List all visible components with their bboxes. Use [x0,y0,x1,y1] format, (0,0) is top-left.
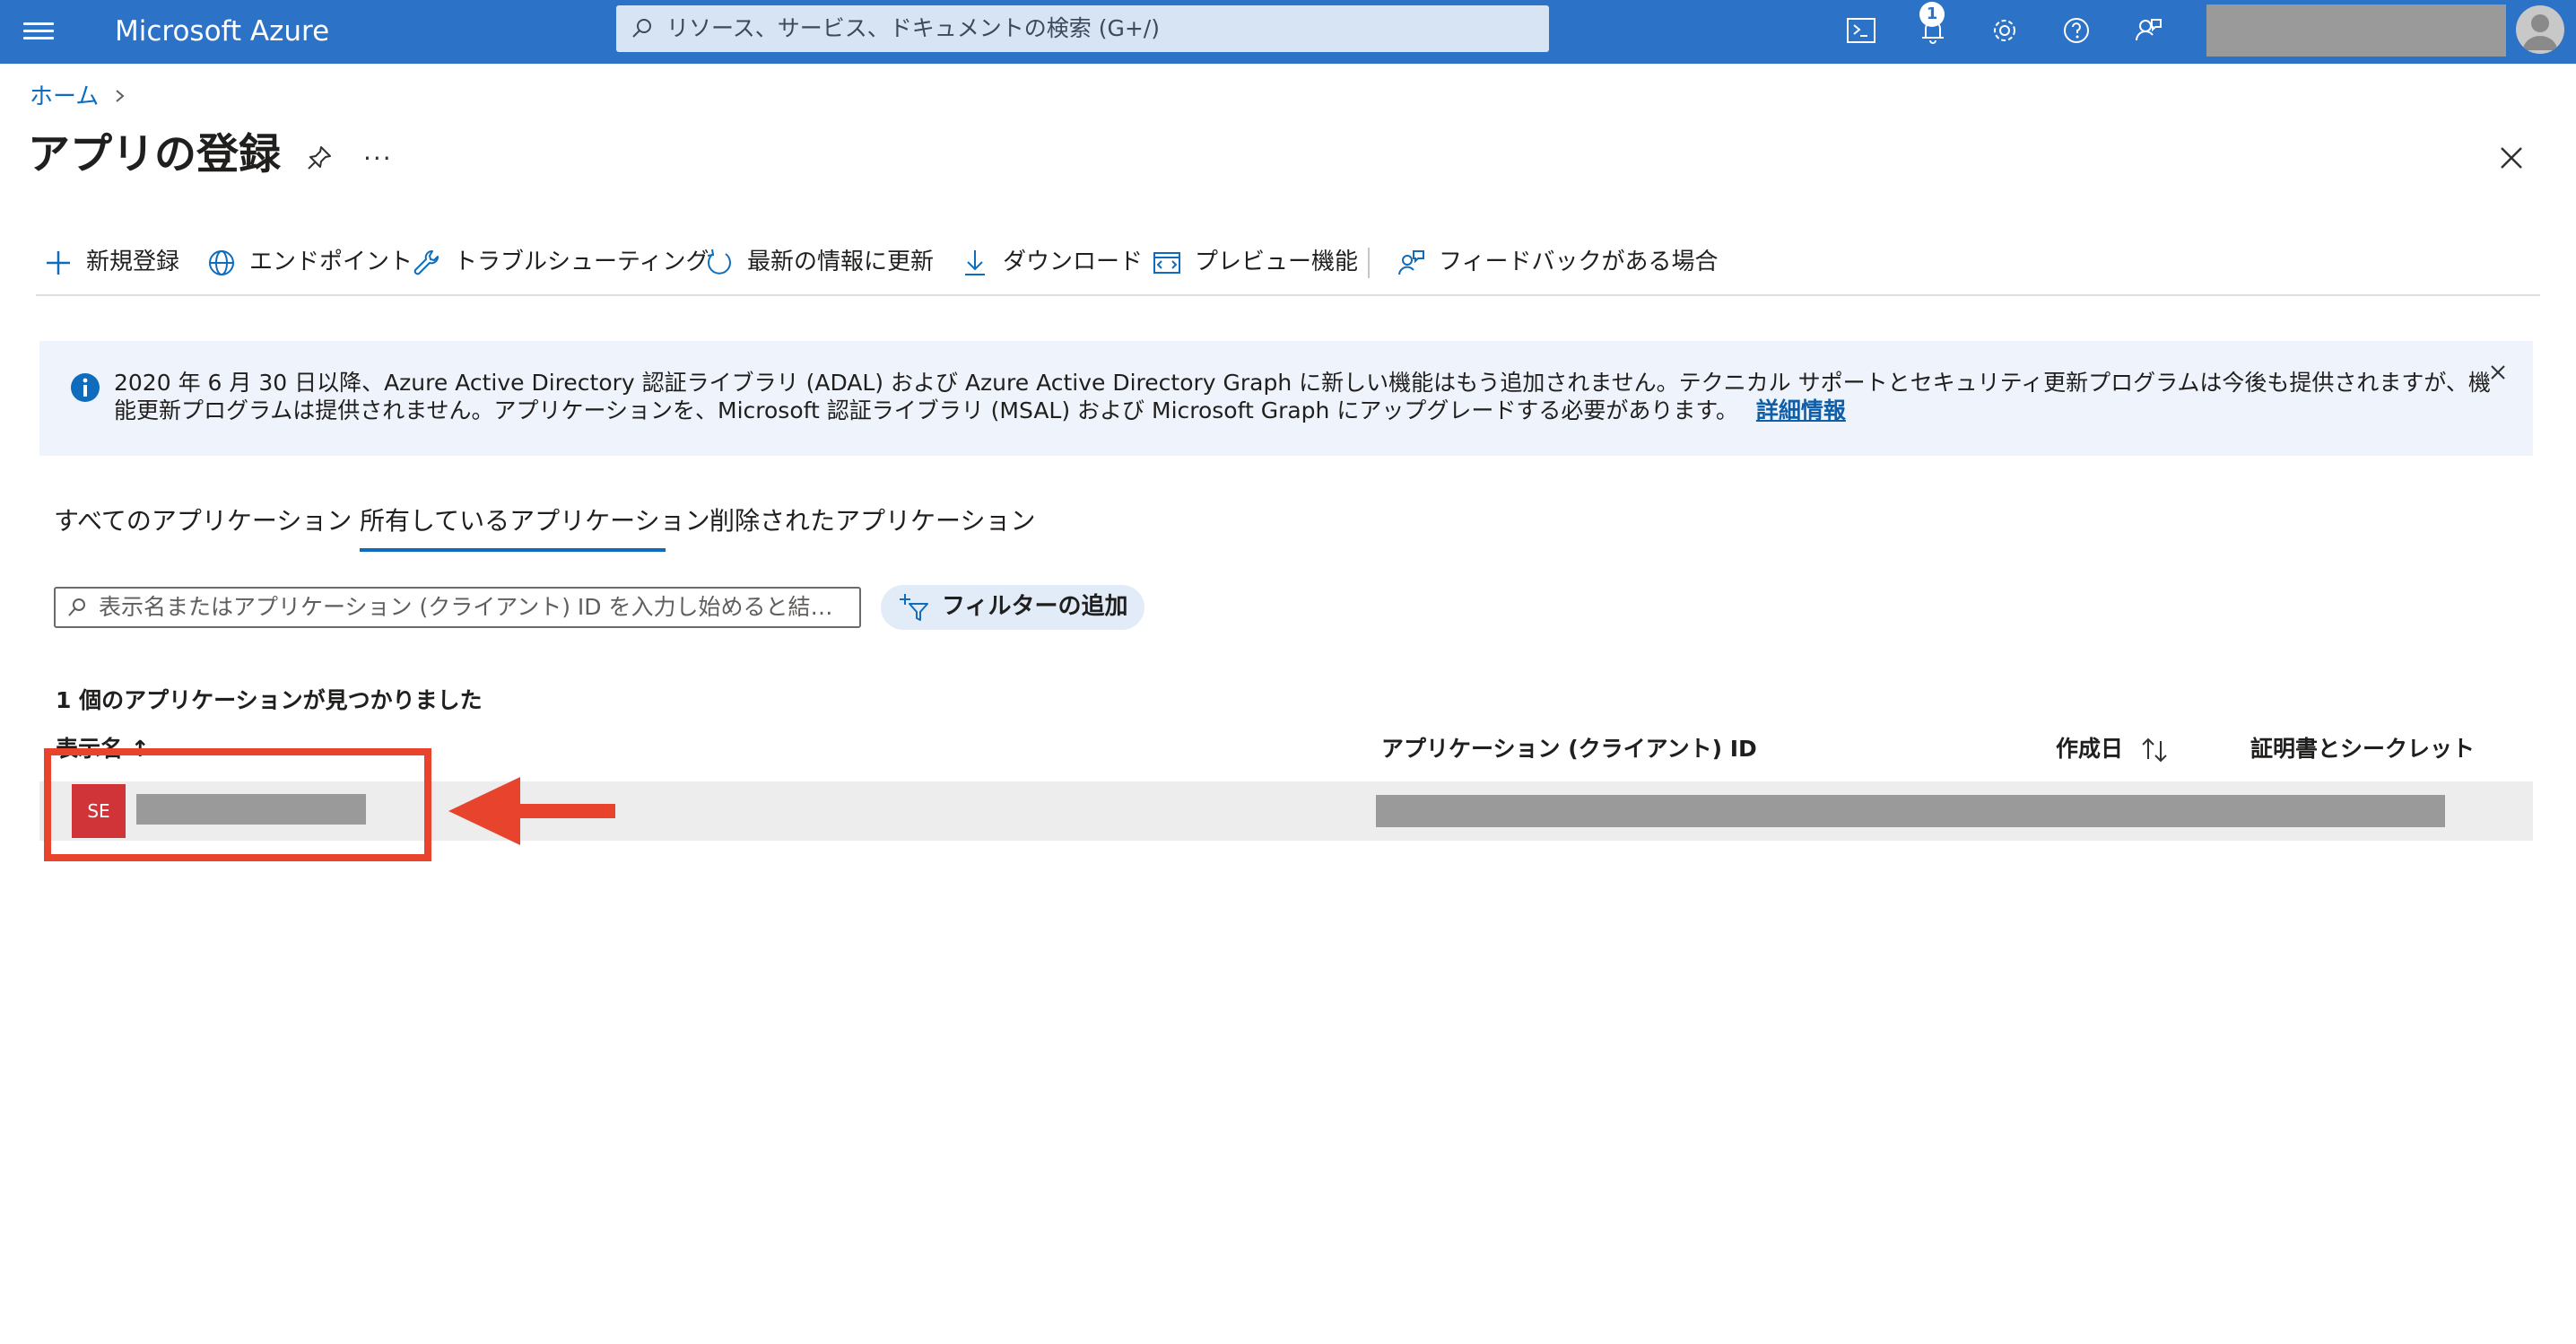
globe-icon [209,250,234,275]
info-icon [71,373,100,402]
hamburger-menu-icon[interactable] [23,18,54,45]
command-bar: 新規登録 エンドポイント トラブルシューティング 最新の情報に更新 ダウンロード… [36,237,2547,287]
help-question-icon[interactable] [2058,13,2094,48]
search-icon [68,598,85,616]
refresh-icon [707,249,731,275]
selected-tab-indicator [360,548,666,552]
notification-count-badge: 1 [1919,2,1945,27]
sort-icon[interactable] [2138,734,2171,766]
cmd-label: エンドポイント [249,249,413,275]
brand-title[interactable]: Microsoft Azure [115,12,329,51]
result-count: 1 個のアプリケーションが見つかりました [56,687,483,713]
breadcrumb-home[interactable]: ホーム [30,81,99,113]
wrench-icon [413,250,439,275]
banner-text: 2020 年 6 月 30 日以降、Azure Active Directory… [114,370,2491,423]
add-filter-label: フィルターの追加 [942,593,1128,620]
cmd-label: トラブルシューティング [454,249,709,275]
cmd-label: 最新の情報に更新 [747,249,935,275]
search-placeholder: リソース、サービス、ドキュメントの検索 (G+/) [666,15,1160,41]
learn-more-link[interactable]: 詳細情報 [1756,397,1846,423]
global-search-input[interactable]: リソース、サービス、ドキュメントの検索 (G+/) [616,5,1549,52]
column-header-certificates-secrets: 証明書とシークレット [2250,736,2476,762]
avatar[interactable] [2516,5,2564,54]
feedback-icon[interactable] [2130,13,2166,48]
add-filter-icon [900,594,928,621]
app-client-id-redacted [1376,795,2445,827]
column-header-created[interactable]: 作成日 [2056,733,2123,765]
chevron-right-icon [116,90,125,102]
close-icon[interactable] [2486,361,2510,384]
divider [36,294,2540,296]
plus-icon [47,251,70,275]
info-banner: 2020 年 6 月 30 日以降、Azure Active Directory… [39,341,2533,456]
tab-deleted-applications[interactable]: 削除されたアプリケーション [709,502,1035,540]
tab-all-applications[interactable]: すべてのアプリケーション [54,502,352,540]
account-info-redacted[interactable] [2206,4,2506,57]
tab-owned-applications[interactable]: 所有しているアプリケーション [360,502,710,540]
red-arrow-annotation [448,777,615,845]
page-title: アプリの登録 [28,130,281,179]
more-options-icon[interactable]: ··· [363,144,393,173]
download-icon [965,250,985,275]
command-separator [1368,248,1370,278]
app-search-placeholder: 表示名またはアプリケーション (クライアント) ID を入力し始めると結果… [99,594,852,620]
cmd-label: フィードバックがある場合 [1439,249,1719,275]
add-filter-button[interactable]: フィルターの追加 [881,585,1144,630]
settings-gear-icon[interactable] [1987,13,2023,48]
feedback-icon [1398,250,1424,275]
cmd-label: ダウンロード [1003,249,1144,275]
pin-icon[interactable] [303,142,335,174]
cloud-shell-icon[interactable] [1843,13,1879,48]
preview-icon [1153,252,1180,274]
column-header-client-id: アプリケーション (クライアント) ID [1381,736,1757,762]
search-icon [632,19,651,38]
banner-message: 2020 年 6 月 30 日以降、Azure Active Directory… [114,369,2509,424]
app-search-input[interactable]: 表示名またはアプリケーション (クライアント) ID を入力し始めると結果… [54,587,861,628]
close-icon[interactable] [2495,142,2528,174]
cmd-label: 新規登録 [86,249,180,275]
highlight-annotation-box [44,748,431,861]
cmd-label: プレビュー機能 [1195,249,1359,275]
azure-top-bar: Microsoft Azure リソース、サービス、ドキュメントの検索 (G+/… [0,0,2576,64]
